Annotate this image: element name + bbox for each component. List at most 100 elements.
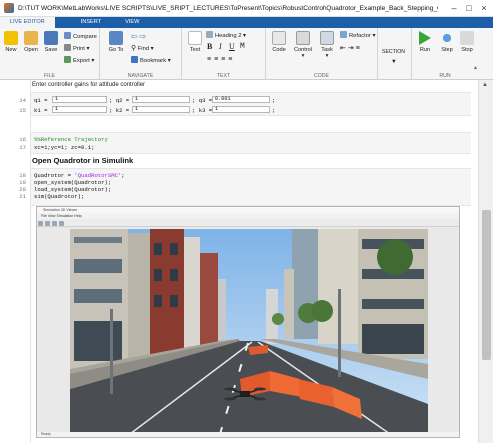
- camera-icon[interactable]: [59, 220, 64, 226]
- task-button[interactable]: Task ▾: [316, 31, 338, 59]
- q1-input[interactable]: 1: [52, 96, 107, 103]
- maximize-icon[interactable]: □: [462, 2, 476, 14]
- compare-icon: [64, 32, 71, 39]
- indent-buttons[interactable]: ⇤⇥≡: [340, 44, 362, 53]
- code-icon: [272, 31, 286, 45]
- row2-terminator: ;: [272, 107, 276, 114]
- find-button[interactable]: ⚲ Find ▾: [131, 44, 154, 53]
- step-button[interactable]: Step: [436, 31, 458, 53]
- collapse-toolstrip-icon[interactable]: ▴: [474, 64, 477, 71]
- navigate-group: Go To ⇦ ⇨ ⚲ Find ▾ Bookmark ▾ NAVIGATE: [100, 28, 182, 80]
- line-number: 19: [19, 179, 26, 186]
- list-icons[interactable]: ≡≡≡≡: [207, 56, 235, 63]
- code-line: xc=1;yc=1; zc=0.1;: [34, 144, 95, 151]
- section-group: SECTION ▼: [378, 28, 412, 80]
- tab-insert[interactable]: INSERT: [73, 17, 109, 28]
- heading-style-dropdown[interactable]: Heading 2 ▾: [206, 31, 246, 40]
- code-group-label: CODE: [314, 73, 329, 79]
- building: [284, 269, 294, 339]
- monospace-button[interactable]: M: [240, 42, 245, 51]
- tree: [311, 300, 333, 322]
- text-group-label: TEXT: [216, 73, 231, 79]
- forward-arrow-icon[interactable]: ⇨: [139, 32, 146, 41]
- heading-icon: [206, 31, 213, 38]
- q2-label: ; q2 =: [109, 97, 130, 104]
- bookmark-icon: [131, 56, 138, 63]
- lamp-post: [110, 309, 113, 394]
- text-group: Text Heading 2 ▾ B I U M ≡≡≡≡ TEXT: [182, 28, 266, 80]
- goto-button[interactable]: Go To: [104, 31, 128, 53]
- zoom-icon[interactable]: [38, 220, 43, 226]
- k2-input[interactable]: 1: [132, 106, 190, 113]
- city-street-scene: [70, 229, 428, 434]
- run-group-label: RUN: [439, 73, 451, 79]
- window-title: D:\TUT WORK\MetLabWorks\LIVE SCRIPTS\LIV…: [18, 4, 438, 12]
- bold-button[interactable]: B: [207, 42, 212, 51]
- k3-label: ; k3 =: [192, 107, 213, 114]
- scrollbar-thumb[interactable]: [482, 210, 491, 360]
- compare-button[interactable]: Compare: [64, 32, 97, 41]
- code-line: %%Reference Trajectory: [34, 136, 108, 143]
- k1-input[interactable]: 1: [52, 106, 107, 113]
- back-arrow-icon[interactable]: ⇦: [131, 32, 138, 41]
- building: [218, 279, 226, 349]
- step-icon: [440, 31, 454, 45]
- refactor-button[interactable]: Refactor ▾: [340, 31, 375, 40]
- save-button[interactable]: Save: [40, 31, 62, 53]
- row1-terminator: ;: [272, 97, 276, 104]
- q1-label: q1 =: [34, 97, 48, 104]
- print-button[interactable]: Print ▾: [64, 44, 89, 53]
- indent-icons[interactable]: ⇤⇥≡: [340, 45, 362, 52]
- code-line: open_system(Quadrotor);: [34, 179, 112, 186]
- file-group: New Open Save Compare Print ▾ Export ▾ F…: [0, 28, 100, 80]
- tree: [377, 239, 413, 275]
- k3-input[interactable]: 1: [212, 106, 270, 113]
- run-button[interactable]: Run: [414, 31, 436, 53]
- minimize-icon[interactable]: –: [447, 2, 461, 14]
- close-icon[interactable]: ×: [477, 2, 491, 14]
- open-button[interactable]: Open: [20, 31, 42, 53]
- list-buttons[interactable]: ≡≡≡≡: [207, 55, 235, 64]
- bookmark-button[interactable]: Bookmark ▾: [131, 56, 171, 65]
- scroll-up-icon[interactable]: ▲: [482, 82, 488, 88]
- stop-icon: [460, 31, 474, 45]
- italic-button[interactable]: I: [219, 42, 222, 51]
- ribbon-tabs: LIVE EDITOR INSERT VIEW: [0, 17, 493, 28]
- building: [200, 253, 218, 353]
- simulation-3d-figure[interactable]: Simulation 3D Viewer File View Simulatio…: [36, 206, 460, 438]
- underline-button[interactable]: U: [229, 42, 235, 51]
- figure-status-bar: Ready: [37, 432, 459, 437]
- 3d-scene-view[interactable]: [70, 229, 428, 434]
- code-line: sim(Quadrotor);: [34, 193, 85, 200]
- figure-toolbar: [37, 219, 459, 227]
- back-forward-buttons[interactable]: ⇦ ⇨: [131, 32, 146, 41]
- k2-label: ; k2 =: [109, 107, 130, 114]
- run-group: Run Step Stop RUN: [412, 28, 478, 80]
- stop-button[interactable]: Stop: [456, 31, 478, 53]
- printer-icon: [64, 44, 71, 51]
- export-button[interactable]: Export ▾: [64, 56, 94, 65]
- file-group-label: FILE: [44, 73, 55, 79]
- toolstrip: New Open Save Compare Print ▾ Export ▾ F…: [0, 28, 493, 80]
- tab-live-editor[interactable]: LIVE EDITOR: [0, 17, 55, 28]
- task-icon: [320, 31, 334, 45]
- control-icon: [296, 31, 310, 45]
- rotate-icon[interactable]: [52, 220, 57, 226]
- q2-input[interactable]: 1: [132, 96, 190, 103]
- search-icon: ⚲: [131, 45, 137, 52]
- title-bar: D:\TUT WORK\MetLabWorks\LIVE SCRIPTS\LIV…: [0, 0, 493, 17]
- folder-icon: [24, 31, 38, 45]
- new-button[interactable]: New: [0, 31, 22, 53]
- export-icon: [64, 56, 71, 63]
- control-button[interactable]: Control ▾: [290, 31, 316, 59]
- line-number: 20: [19, 186, 26, 193]
- text-button[interactable]: Text: [184, 31, 206, 53]
- vertical-scrollbar[interactable]: ▲: [478, 80, 493, 443]
- pan-icon[interactable]: [45, 220, 50, 226]
- code-button[interactable]: Code: [268, 31, 290, 53]
- q3-input[interactable]: 0.001: [212, 96, 270, 103]
- save-icon: [44, 31, 58, 45]
- section-dropdown-icon[interactable]: ▼: [391, 58, 397, 67]
- section-button[interactable]: SECTION: [382, 48, 405, 57]
- tab-view[interactable]: VIEW: [117, 17, 147, 28]
